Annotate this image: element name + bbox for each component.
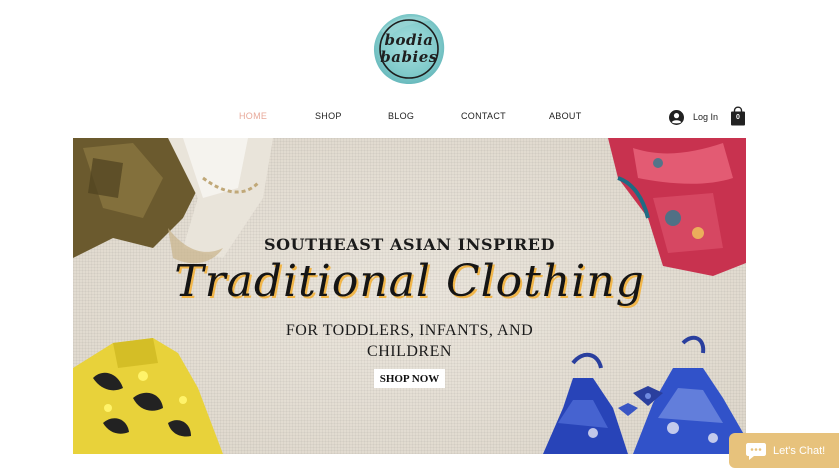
nav-blog[interactable]: BLOG <box>388 111 414 121</box>
logo-line-1: bodia <box>384 31 434 49</box>
hero-subtitle: FOR TODDLERS, INFANTS, AND CHILDREN <box>73 320 746 362</box>
hero-headline: Traditional Clothing <box>174 256 645 307</box>
nav-about[interactable]: ABOUT <box>549 111 582 121</box>
chat-bubble-icon <box>746 442 766 460</box>
nav-contact[interactable]: CONTACT <box>461 111 506 121</box>
user-avatar-icon <box>669 109 684 125</box>
hero-banner: SOUTHEAST ASIAN INSPIRED Traditional Clo… <box>73 138 746 454</box>
nav-shop[interactable]: SHOP <box>315 111 342 121</box>
nav-home[interactable]: HOME <box>239 111 267 121</box>
chat-widget-button[interactable]: Let's Chat! <box>729 433 839 468</box>
login-button[interactable]: Log In <box>669 108 718 126</box>
cart-button[interactable]: 0 <box>730 106 746 126</box>
hero-subtitle-line-2: CHILDREN <box>367 343 452 360</box>
hero-kicker: SOUTHEAST ASIAN INSPIRED <box>263 235 556 254</box>
login-label: Log In <box>693 112 719 122</box>
shop-now-button[interactable]: SHOP NOW <box>374 369 445 388</box>
hero-subtitle-line-1: FOR TODDLERS, INFANTS, AND <box>285 322 534 339</box>
chat-label: Let's Chat! <box>773 444 826 457</box>
site-logo[interactable]: bodia babies <box>371 11 447 87</box>
cart-count: 0 <box>736 114 740 121</box>
logo-line-2: babies <box>380 48 438 66</box>
logo-wordmark: bodia babies <box>371 11 447 87</box>
